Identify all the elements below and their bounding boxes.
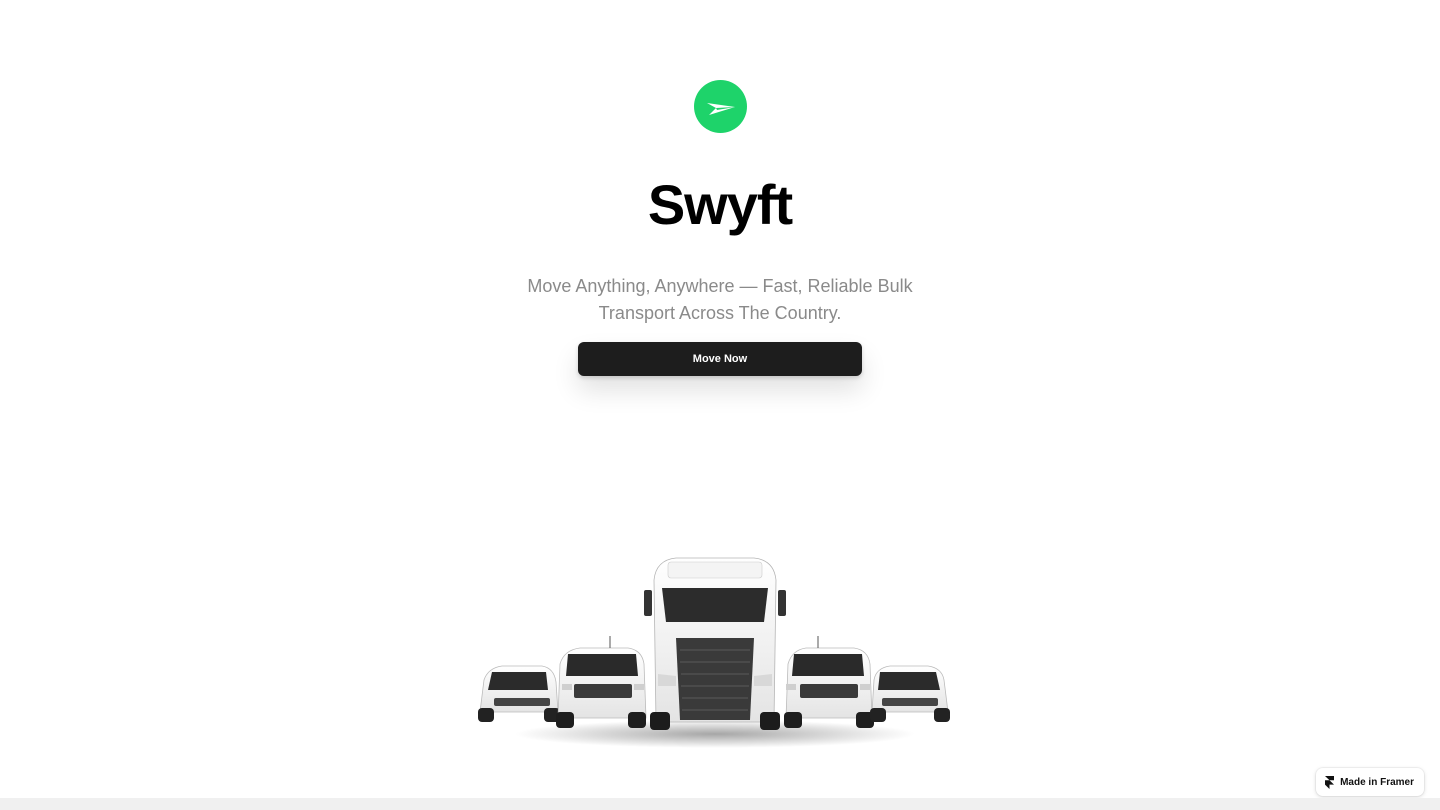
van-right xyxy=(784,636,874,728)
small-van-left xyxy=(478,665,560,722)
move-now-button[interactable]: Move Now xyxy=(578,342,862,376)
van-left xyxy=(556,636,647,728)
semi-truck xyxy=(644,557,786,730)
brand-logo[interactable] xyxy=(694,80,747,133)
brand-title: Swyft xyxy=(647,173,793,236)
paper-plane-icon xyxy=(706,102,735,115)
landing-page: Swyft Move Anything, Anywhere — Fast, Re… xyxy=(0,0,1440,810)
made-in-framer-badge[interactable]: Made in Framer xyxy=(1316,768,1424,796)
fleet-image xyxy=(478,557,950,748)
small-van-right xyxy=(870,665,950,722)
bottom-edge xyxy=(0,798,1440,810)
framer-badge-label: Made in Framer xyxy=(1340,776,1414,788)
framer-icon xyxy=(1325,775,1335,789)
hero-tagline: Move Anything, Anywhere — Fast, Reliable… xyxy=(527,276,913,323)
